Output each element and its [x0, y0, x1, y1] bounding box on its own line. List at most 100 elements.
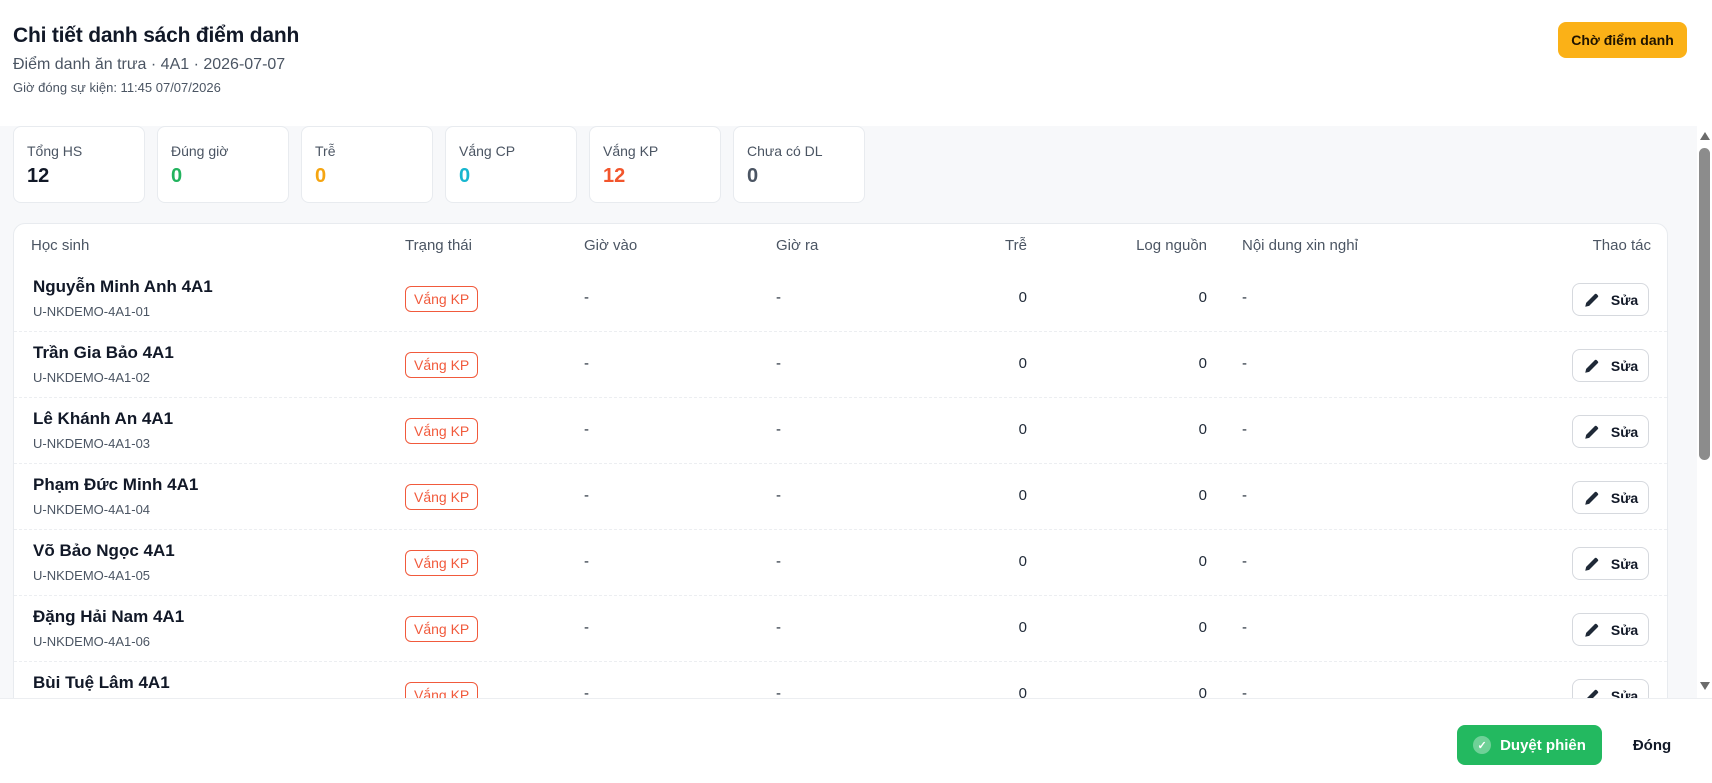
table-row: Đặng Hải Nam 4A1 U-NKDEMO-4A1-06 Vắng KP - -… — [14, 596, 1667, 662]
student-name: Trần Gia Bảo 4A1 — [33, 343, 174, 362]
stat-card: Vắng KP 12 — [589, 126, 721, 203]
log-source-value: 0 — [1198, 421, 1207, 438]
attendance-table: Học sinh Trạng thái Giờ vào Giờ ra Trễ L… — [13, 223, 1668, 698]
scroll-down-arrow-icon[interactable] — [1700, 682, 1710, 690]
late-value: 0 — [1018, 487, 1027, 504]
late-value: 0 — [1018, 553, 1027, 570]
modal-header: Chi tiết danh sách điểm danh Điểm danh ă… — [0, 0, 1712, 126]
time-in-value: - — [584, 487, 589, 504]
student-name: Nguyễn Minh Anh 4A1 — [33, 277, 213, 296]
stat-label: Đúng giờ — [171, 143, 229, 159]
pencil-icon — [1583, 489, 1601, 507]
time-out-value: - — [776, 421, 781, 438]
student-name: Võ Bảo Ngọc 4A1 — [33, 541, 175, 560]
time-out-value: - — [776, 553, 781, 570]
status-badge: Vắng KP — [405, 286, 479, 312]
leave-note-value: - — [1242, 289, 1247, 306]
student-name: Lê Khánh An 4A1 — [33, 409, 174, 428]
table-row: Trần Gia Bảo 4A1 U-NKDEMO-4A1-02 Vắng KP - -… — [14, 332, 1667, 398]
column-header-leave-note: Nội dung xin nghỉ — [1242, 237, 1358, 254]
edit-button[interactable]: Sửa — [1572, 481, 1649, 514]
stat-label: Vắng KP — [603, 143, 659, 159]
edit-button[interactable]: Sửa — [1572, 415, 1649, 448]
log-source-value: 0 — [1198, 487, 1207, 504]
close-button[interactable]: Đóng — [1612, 725, 1692, 765]
table-row: Bùi Tuệ Lâm 4A1U-NKDEMO-4A1-07Vắng KP--0… — [14, 662, 1667, 698]
leave-note-value: - — [1242, 487, 1247, 504]
stat-value: 12 — [27, 165, 50, 187]
modal-body[interactable]: Tổng HS 12 Đúng giờ 0 Trễ 0 Vắng CP 0 Vắng KP 12 C… — [0, 126, 1712, 698]
leave-note-value: - — [1242, 553, 1247, 570]
time-out-value: - — [776, 289, 781, 306]
stat-card: Chưa có DL 0 — [733, 126, 865, 203]
log-source-value: 0 — [1198, 619, 1207, 636]
attendance-detail-modal: Chi tiết danh sách điểm danh Điểm danh ă… — [0, 0, 1712, 783]
stat-card: Tổng HS 12 — [13, 126, 145, 203]
log-source-value: 0 — [1198, 289, 1207, 306]
scroll-up-arrow-icon[interactable] — [1700, 132, 1710, 140]
status-badge: Vắng KP — [405, 352, 479, 378]
edit-label: Sửa — [1610, 687, 1639, 699]
time-out-value: - — [776, 355, 781, 372]
log-source-value: 0 — [1198, 685, 1207, 698]
pencil-icon — [1583, 555, 1601, 573]
edit-button[interactable]: Sửa — [1572, 283, 1649, 316]
log-source-value: 0 — [1198, 553, 1207, 570]
edit-label: Sửa — [1610, 291, 1639, 308]
stat-value: 0 — [747, 165, 759, 187]
stat-value: 12 — [603, 165, 626, 187]
late-value: 0 — [1018, 355, 1027, 372]
stat-card: Vắng CP 0 — [445, 126, 577, 203]
stat-label: Trễ — [315, 143, 336, 159]
late-value: 0 — [1018, 421, 1027, 438]
stat-label: Chưa có DL — [747, 143, 823, 159]
column-header-late: Trễ — [1005, 237, 1027, 254]
column-header-time-out: Giờ ra — [776, 237, 819, 254]
time-out-value: - — [776, 619, 781, 636]
stat-label: Tổng HS — [27, 143, 83, 159]
pencil-icon — [1583, 291, 1601, 309]
stat-card: Đúng giờ 0 — [157, 126, 289, 203]
leave-note-value: - — [1242, 619, 1247, 636]
edit-button[interactable]: Sửa — [1572, 547, 1649, 580]
page-title: Chi tiết danh sách điểm danh — [13, 24, 300, 47]
edit-label: Sửa — [1610, 621, 1639, 638]
time-in-value: - — [584, 289, 589, 306]
scrollbar[interactable] — [1697, 126, 1712, 698]
status-badge: Vắng KP — [405, 418, 479, 444]
column-header-log-source: Log nguồn — [1136, 237, 1207, 254]
status-badge: Vắng KP — [405, 682, 479, 698]
late-value: 0 — [1018, 289, 1027, 306]
pencil-icon — [1583, 357, 1601, 375]
pencil-icon — [1583, 621, 1601, 639]
leave-note-value: - — [1242, 355, 1247, 372]
edit-button[interactable]: Sửa — [1572, 679, 1649, 698]
stat-card: Trễ 0 — [301, 126, 433, 203]
approve-session-button[interactable]: ✓ Duyệt phiên — [1457, 725, 1602, 765]
table-header: Học sinh Trạng thái Giờ vào Giờ ra Trễ L… — [14, 224, 1667, 266]
scroll-thumb[interactable] — [1699, 148, 1710, 460]
time-in-value: - — [584, 553, 589, 570]
stat-label: Vắng CP — [459, 143, 516, 159]
log-source-value: 0 — [1198, 355, 1207, 372]
table-row: Phạm Đức Minh 4A1 U-NKDEMO-4A1-04 Vắng KP -… — [14, 464, 1667, 530]
edit-button[interactable]: Sửa — [1572, 613, 1649, 646]
approve-label: Duyệt phiên — [1500, 736, 1586, 754]
time-in-value: - — [584, 421, 589, 438]
edit-label: Sửa — [1610, 357, 1639, 374]
check-icon: ✓ — [1473, 736, 1492, 754]
student-name: Đặng Hải Nam 4A1 — [33, 607, 185, 626]
event-close-time: Giờ đóng sự kiện: 11:45 07/07/2026 — [13, 80, 221, 95]
student-code: U-NKDEMO-4A1-02 — [33, 370, 151, 385]
time-in-value: - — [584, 619, 589, 636]
student-code: U-NKDEMO-4A1-01 — [33, 304, 151, 319]
student-code: U-NKDEMO-4A1-04 — [33, 502, 151, 517]
leave-note-value: - — [1242, 685, 1247, 698]
status-badge: Vắng KP — [405, 550, 479, 576]
modal-footer: ✓ Duyệt phiên Đóng — [0, 698, 1712, 783]
edit-label: Sửa — [1610, 423, 1639, 440]
pending-status-button[interactable]: Chờ điểm danh — [1558, 22, 1687, 58]
column-header-actions: Thao tác — [1592, 237, 1651, 254]
pencil-icon — [1583, 687, 1601, 698]
edit-button[interactable]: Sửa — [1572, 349, 1649, 382]
